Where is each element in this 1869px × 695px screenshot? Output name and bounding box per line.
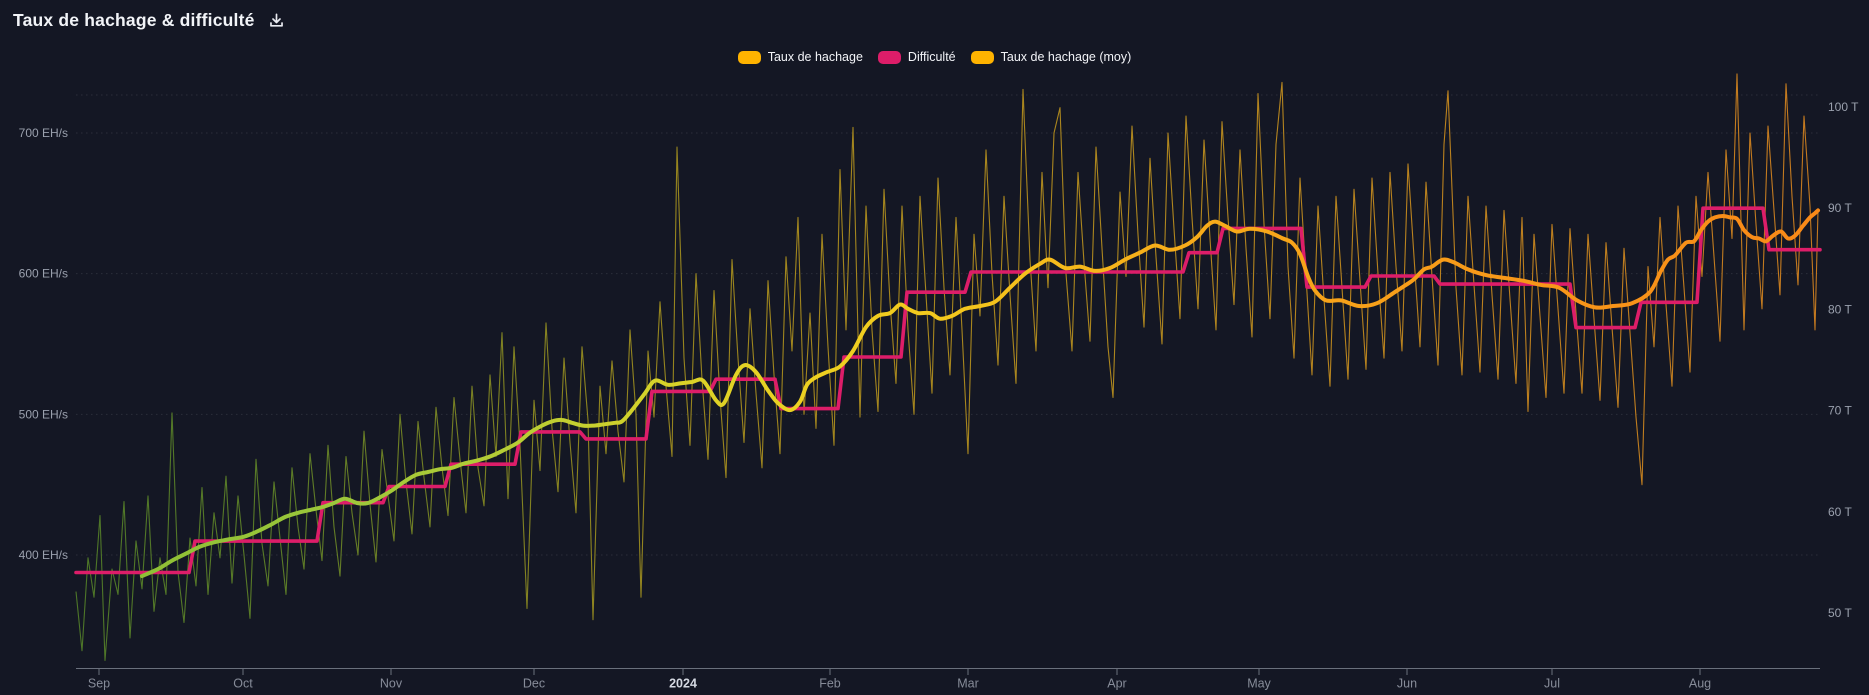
y-axis-right-label: 100 T — [1828, 100, 1859, 114]
y-axis-left-label: 600 EH/s — [19, 267, 68, 281]
legend-item-difficulty[interactable]: Difficulté — [877, 50, 956, 64]
x-axis-label: Sep — [88, 677, 110, 691]
download-icon — [269, 12, 283, 27]
y-axis-right-label: 70 T — [1828, 404, 1852, 418]
legend-label: Taux de hachage — [767, 50, 863, 64]
x-axis-label: Mar — [957, 677, 979, 691]
y-axis-left-label: 500 EH/s — [19, 407, 68, 421]
x-axis-label: May — [1247, 677, 1271, 691]
page-title: Taux de hachage & difficulté — [13, 9, 255, 30]
chart-canvas[interactable]: 700 EH/s 600 EH/s 500 EH/s 400 EH/s 100 T 90 … — [0, 0, 1869, 695]
hashrate-difficulty-panel: 700 EH/s 600 EH/s 500 EH/s 400 EH/s 100 T 90 … — [0, 0, 1869, 695]
series-hashrate-raw — [75, 73, 1819, 662]
legend-item-hashrate-avg[interactable]: Taux de hachage (moy) — [970, 50, 1132, 64]
x-axis-label: Feb — [819, 677, 841, 691]
x-axis-label: Jul — [1544, 677, 1560, 691]
y-axis-right-label: 90 T — [1828, 201, 1852, 215]
x-axis-label: 2024 — [669, 677, 697, 691]
download-button[interactable] — [266, 10, 287, 31]
legend-swatch-hashrate-avg — [970, 50, 994, 64]
series-difficulty — [74, 206, 1822, 575]
x-axis-label: Aug — [1689, 677, 1711, 691]
legend-swatch-difficulty — [877, 50, 901, 64]
x-axis-label: Jun — [1397, 677, 1417, 691]
legend-label: Taux de hachage (moy) — [1000, 50, 1132, 64]
legend-item-hashrate[interactable]: Taux de hachage — [737, 50, 863, 64]
legend: Taux de hachage Difficulté Taux de hacha… — [0, 50, 1869, 64]
y-axis-right-label: 60 T — [1828, 505, 1852, 519]
y-axis-right-label: 50 T — [1828, 606, 1852, 620]
legend-swatch-hashrate — [737, 50, 761, 64]
x-axis-label: Apr — [1107, 677, 1126, 691]
x-axis-label: Oct — [233, 677, 253, 691]
x-axis-label: Nov — [380, 677, 403, 691]
y-axis-right-label: 80 T — [1828, 302, 1852, 316]
legend-label: Difficulté — [907, 50, 956, 64]
series-hashrate-avg — [140, 208, 1820, 579]
header: Taux de hachage & difficulté — [0, 0, 1869, 40]
x-axis-label: Dec — [523, 677, 545, 691]
y-axis-left-label: 400 EH/s — [19, 548, 68, 562]
y-axis-left-label: 700 EH/s — [19, 126, 68, 140]
